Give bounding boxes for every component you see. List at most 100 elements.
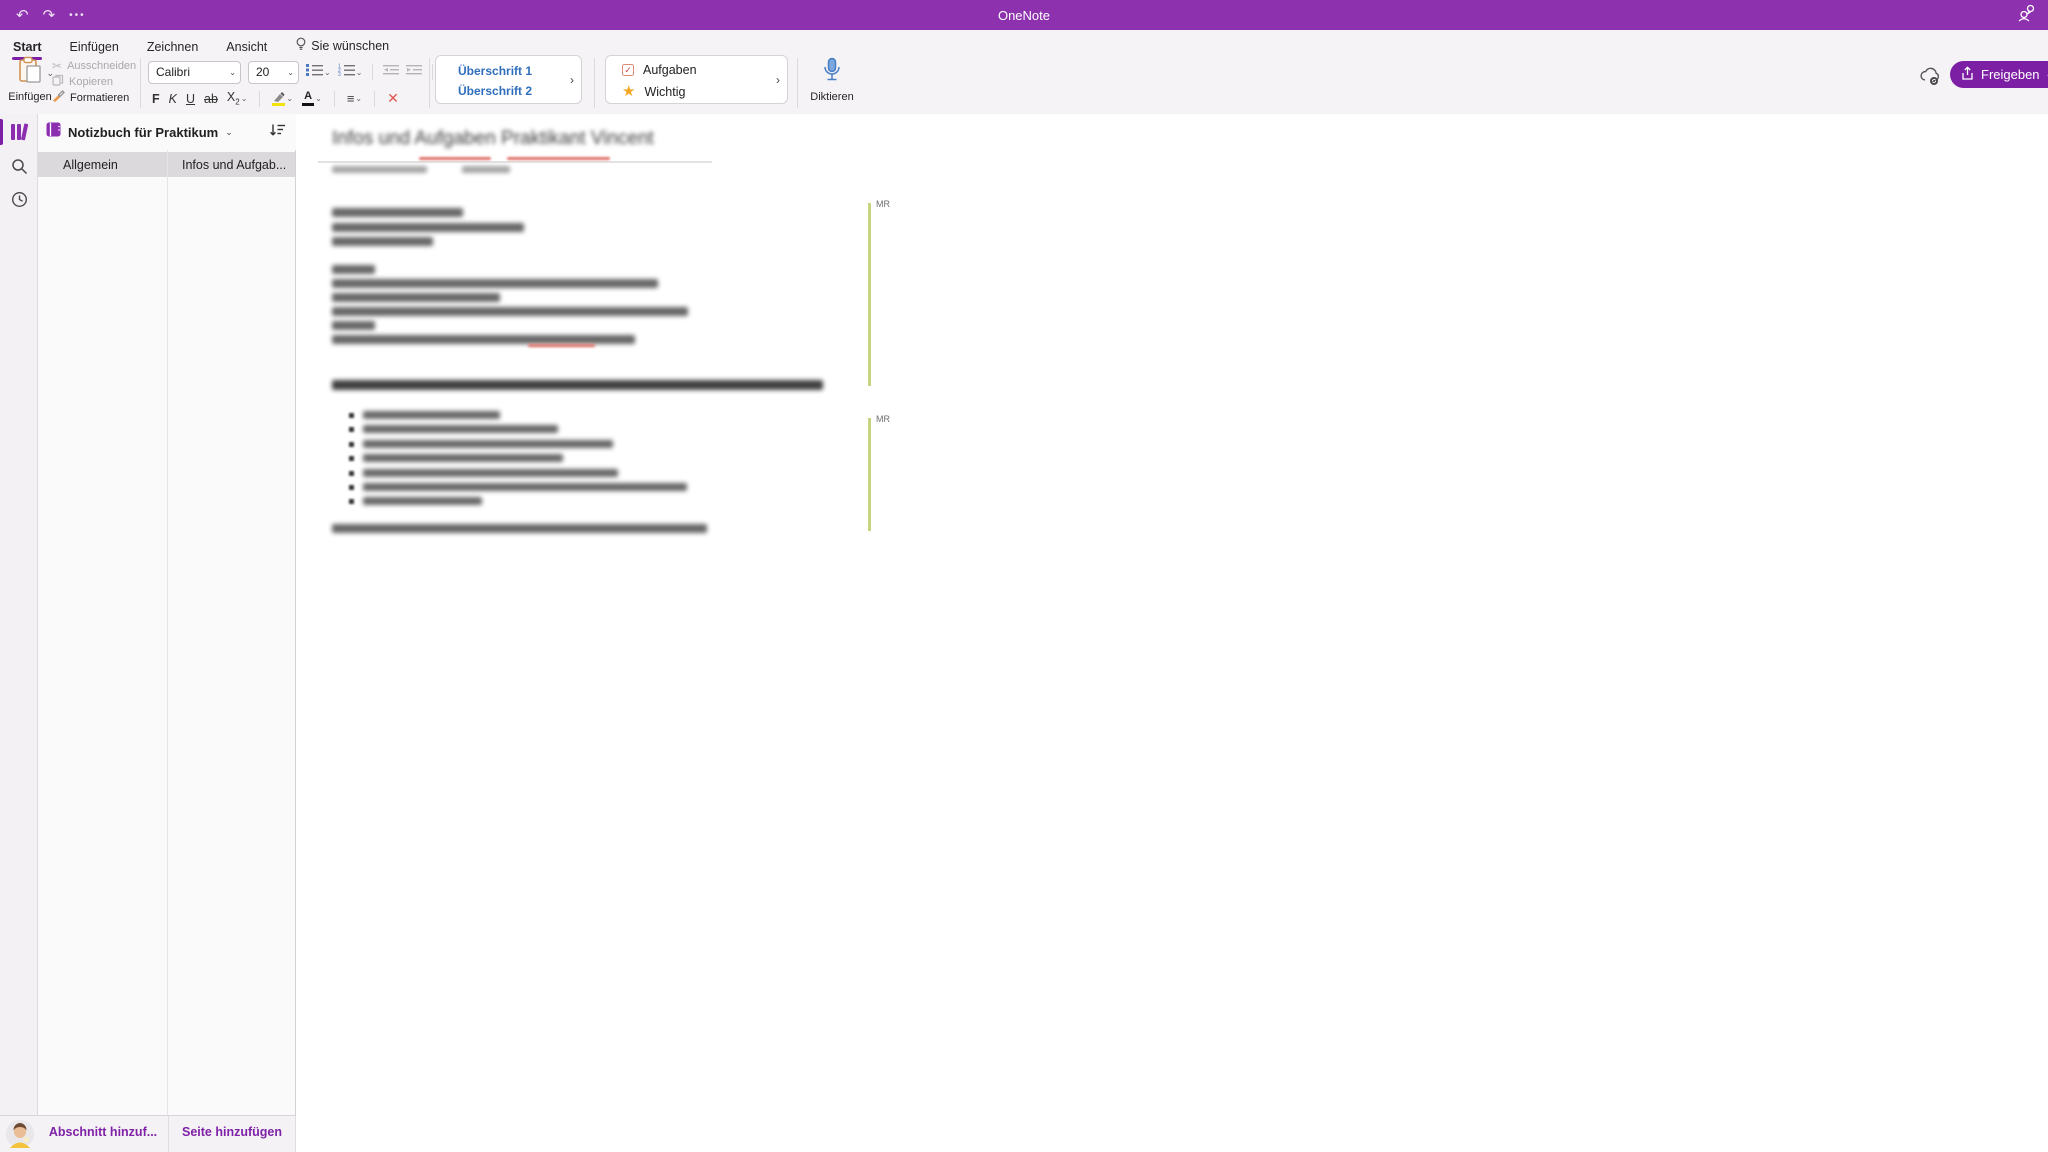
redacted-text-line bbox=[332, 279, 658, 288]
titlebar: ↶ ↷ ••• OneNote bbox=[0, 0, 2048, 30]
redacted-text-line bbox=[363, 497, 482, 505]
notebook-title: Notizbuch für Praktikum bbox=[68, 125, 218, 140]
paste-button[interactable]: ⌄ Einfügen bbox=[8, 56, 52, 103]
tag-important[interactable]: ★ Wichtig bbox=[622, 84, 685, 99]
redacted-text-line bbox=[363, 411, 500, 419]
alignment-button[interactable]: ≡ ⌄ bbox=[347, 91, 362, 106]
search-rail-button[interactable] bbox=[0, 158, 38, 180]
font-color-button[interactable]: A ⌄ bbox=[302, 91, 322, 106]
dictate-button[interactable]: Diktieren bbox=[803, 57, 861, 103]
bold-button[interactable]: F bbox=[152, 92, 160, 106]
spellcheck-underline bbox=[419, 157, 491, 160]
redacted-text-line bbox=[363, 440, 613, 448]
divider bbox=[432, 64, 433, 80]
highlighter-icon bbox=[272, 92, 285, 106]
lightbulb-icon bbox=[295, 37, 307, 54]
copy-button[interactable]: Kopieren bbox=[52, 75, 136, 88]
redacted-date-text bbox=[332, 166, 427, 173]
redacted-heading-line bbox=[332, 380, 823, 390]
bullet-glyph bbox=[349, 456, 354, 461]
add-page-button[interactable]: Seite hinzufügen bbox=[168, 1125, 296, 1139]
highlight-color-button[interactable]: ⌄ bbox=[272, 92, 293, 106]
tags-gallery: ✓ Aufgaben ★ Wichtig › bbox=[605, 55, 788, 104]
bullet-glyph bbox=[349, 413, 354, 418]
redacted-text-line bbox=[332, 524, 707, 533]
microphone-icon bbox=[822, 70, 842, 87]
gallery-expand-icon[interactable]: › bbox=[776, 73, 780, 87]
section-item-allgemein[interactable]: Allgemein bbox=[38, 152, 167, 177]
numbered-list-icon: 1 2 3 bbox=[338, 63, 355, 81]
format-painter-button[interactable]: Formatieren bbox=[52, 91, 136, 104]
bullet-glyph bbox=[349, 427, 354, 432]
navigation-rail bbox=[0, 114, 38, 1115]
bullet-glyph bbox=[349, 499, 354, 504]
redacted-text-line bbox=[332, 307, 688, 316]
note-canvas[interactable]: Infos und Aufgaben Praktikant Vincent MR… bbox=[296, 114, 2048, 1152]
redacted-text-line bbox=[332, 335, 635, 344]
scissors-icon: ✂ bbox=[52, 59, 62, 73]
subscript-button[interactable]: X2 ⌄ bbox=[227, 90, 248, 107]
coauthor-initials: MR bbox=[876, 414, 890, 424]
main-area: Notizbuch für Praktikum ⌄ Allgemein bbox=[0, 114, 2048, 1152]
sort-button[interactable] bbox=[269, 122, 286, 143]
tab-einfuegen[interactable]: Einfügen bbox=[68, 38, 119, 61]
todo-checkbox-icon: ✓ bbox=[622, 64, 634, 76]
style-heading2[interactable]: Überschrift 2 bbox=[458, 84, 532, 98]
notebooks-rail-button[interactable] bbox=[0, 122, 38, 147]
page-title[interactable]: Infos und Aufgaben Praktikant Vincent bbox=[332, 128, 654, 150]
cut-button[interactable]: ✂ Ausschneiden bbox=[52, 59, 136, 72]
redacted-text-line bbox=[363, 469, 618, 477]
redacted-date-text bbox=[462, 166, 510, 173]
gallery-expand-icon[interactable]: › bbox=[570, 73, 574, 87]
title-divider bbox=[318, 161, 712, 163]
bullet-glyph bbox=[349, 485, 354, 490]
group-divider bbox=[429, 58, 430, 108]
recent-notes-rail-button[interactable] bbox=[0, 191, 38, 213]
app-title: OneNote bbox=[0, 0, 2048, 30]
tab-zeichnen[interactable]: Zeichnen bbox=[146, 38, 199, 61]
group-divider bbox=[140, 58, 141, 108]
chevron-down-icon: ⌄ bbox=[225, 127, 233, 138]
clipboard-icon bbox=[16, 71, 44, 88]
redacted-text-line bbox=[332, 223, 524, 232]
indent-icon[interactable] bbox=[406, 63, 422, 81]
redacted-text-line bbox=[332, 208, 463, 217]
share-icon bbox=[1960, 66, 1975, 84]
redacted-text-line bbox=[332, 321, 375, 330]
notebook-header[interactable]: Notizbuch für Praktikum ⌄ bbox=[38, 114, 296, 150]
divider bbox=[374, 91, 375, 107]
ribbon-tabs: Start Einfügen Zeichnen Ansicht Sie wüns… bbox=[12, 35, 390, 61]
outdent-icon[interactable] bbox=[383, 63, 399, 81]
presence-chat-icon[interactable] bbox=[2016, 3, 2036, 28]
coauthor-edit-marker bbox=[868, 418, 871, 531]
bullet-list-icon bbox=[306, 63, 323, 81]
copy-icon bbox=[52, 74, 64, 89]
font-family-select[interactable]: Calibri ⌄ bbox=[148, 61, 241, 84]
font-size-select[interactable]: 20 ⌄ bbox=[248, 61, 299, 84]
strikethrough-button[interactable]: ab bbox=[204, 92, 218, 106]
clear-formatting-icon[interactable]: ✕ bbox=[387, 90, 399, 107]
coauthor-initials: MR bbox=[876, 199, 890, 209]
tab-sie-wuenschen[interactable]: Sie wünschen bbox=[294, 35, 390, 61]
style-heading1[interactable]: Überschrift 1 bbox=[458, 64, 532, 78]
notebook-icon bbox=[46, 122, 61, 142]
add-section-button[interactable]: Abschnitt hinzuf... bbox=[38, 1125, 168, 1139]
redacted-text-line bbox=[332, 293, 500, 302]
coauthor-edit-marker bbox=[868, 203, 871, 386]
search-icon bbox=[11, 158, 28, 180]
star-icon: ★ bbox=[622, 84, 635, 99]
italic-button[interactable]: K bbox=[169, 92, 177, 106]
numbered-list-button[interactable]: 1 2 3 ⌄ bbox=[338, 63, 363, 81]
redacted-text-line bbox=[363, 454, 563, 462]
tab-ansicht[interactable]: Ansicht bbox=[225, 38, 268, 61]
page-list: Infos und Aufgab... bbox=[168, 150, 296, 1115]
underline-button[interactable]: U bbox=[186, 92, 195, 106]
page-item-infos[interactable]: Infos und Aufgab... bbox=[168, 152, 295, 177]
sync-status-icon[interactable] bbox=[1919, 66, 1941, 91]
spellcheck-underline bbox=[507, 157, 610, 160]
user-avatar[interactable] bbox=[6, 1120, 34, 1152]
share-button[interactable]: Freigeben ⌄ bbox=[1950, 61, 2048, 88]
svg-text:3: 3 bbox=[338, 72, 341, 76]
tag-todo[interactable]: ✓ Aufgaben bbox=[622, 63, 697, 77]
bullet-list-button[interactable]: ⌄ bbox=[306, 63, 331, 81]
